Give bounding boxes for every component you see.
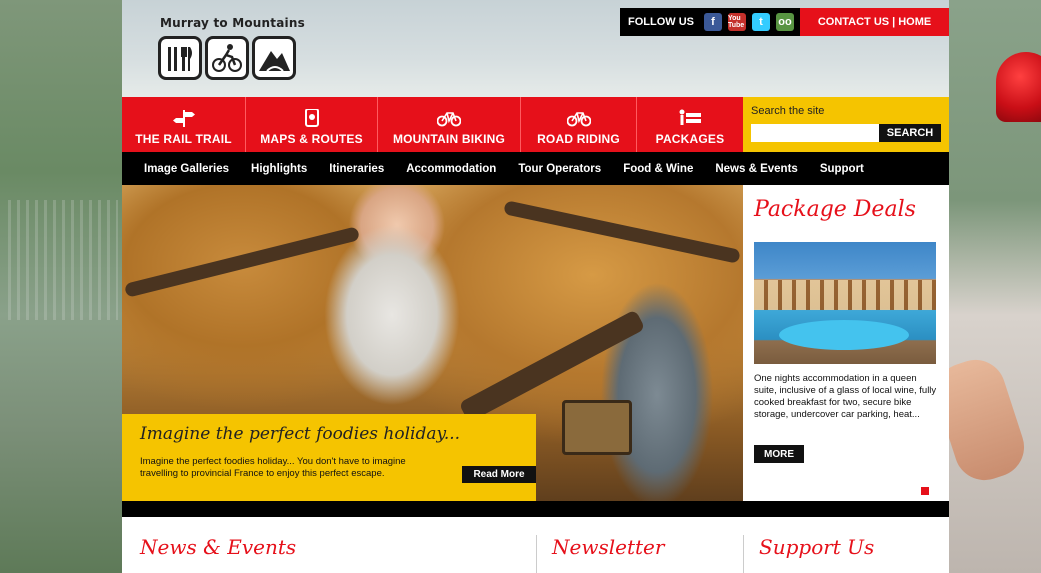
bicycle-icon [566,112,591,127]
bike-basket [562,400,632,455]
subnav-image-galleries[interactable]: Image Galleries [144,163,229,175]
subnav-food-wine[interactable]: Food & Wine [623,163,693,175]
follow-us-label: FOLLOW US [628,16,694,28]
background-hillside-left [0,0,122,573]
nav-label: THE RAIL TRAIL [135,132,232,146]
home-link[interactable]: HOME [898,16,931,28]
contact-us-link[interactable]: CONTACT US [818,16,889,28]
nav-label: MAPS & ROUTES [260,132,363,146]
youtube-icon[interactable]: You Tube [728,13,746,31]
newsletter-heading[interactable]: Newsletter [552,535,664,559]
cyclist-icon [205,36,249,80]
logo-text: Murray to Mountains [160,16,305,30]
subnav-support[interactable]: Support [820,163,864,175]
search-button[interactable]: SEARCH [879,124,941,142]
subnav-itineraries[interactable]: Itineraries [329,163,384,175]
section-divider [743,535,744,573]
tree-branch [123,226,361,298]
bottom-sections: News & Events Newsletter Support Us [122,517,949,573]
separator: | [892,16,896,28]
site-search: Search the site SEARCH [743,97,949,152]
package-deals-title: Package Deals [754,197,916,222]
bicycle-icon [437,112,461,127]
hero-title: Imagine the perfect foodies holiday... [140,424,461,444]
read-more-button[interactable]: Read More [462,466,536,483]
subnav-tour-operators[interactable]: Tour Operators [518,163,601,175]
subnav-news-events[interactable]: News & Events [715,163,797,175]
secondary-navigation: Image Galleries Highlights Itineraries A… [122,152,949,185]
nav-rail-trail[interactable]: THE RAIL TRAIL [122,97,246,152]
nav-maps-routes[interactable]: MAPS & ROUTES [246,97,378,152]
nav-road-riding[interactable]: ROAD RIDING [521,97,637,152]
cyclist-helmet-image [996,52,1041,122]
map-icon [304,109,319,127]
twitter-icon[interactable]: t [752,13,770,31]
nav-label: ROAD RIDING [537,132,620,146]
signpost-icon [172,110,195,127]
hero-text: Imagine the perfect foodies holiday... Y… [140,456,406,479]
site-header: Murray to Mountains FOLLOW US f You Tube… [122,0,949,97]
nav-mountain-biking[interactable]: MOUNTAIN BIKING [378,97,521,152]
contact-home-bar: CONTACT US | HOME [800,8,949,36]
site-container: Murray to Mountains FOLLOW US f You Tube… [122,0,949,573]
hero-caption: Imagine the perfect foodies holiday... I… [122,414,536,511]
tree-branch [503,200,741,264]
divider-bar [122,501,949,517]
bed-icon [679,109,701,125]
subnav-accommodation[interactable]: Accommodation [406,163,496,175]
hotel-pool-image[interactable] [754,242,936,364]
section-divider [536,535,537,573]
package-description: One nights accommodation in a queen suit… [754,373,937,420]
more-button[interactable]: MORE [754,445,804,463]
nav-label: PACKAGES [655,132,725,146]
follow-us-bar: FOLLOW US f You Tube t oo [620,8,800,36]
search-label: Search the site [751,105,825,117]
mountain-road-icon [252,36,296,80]
tripadvisor-icon[interactable]: oo [776,13,794,31]
nav-packages[interactable]: PACKAGES [637,97,743,152]
facebook-icon[interactable]: f [704,13,722,31]
support-us-heading[interactable]: Support Us [759,535,874,559]
slider-indicator[interactable] [921,487,929,495]
food-wine-icon [158,36,202,80]
nav-label: MOUNTAIN BIKING [392,132,506,146]
subnav-highlights[interactable]: Highlights [251,163,307,175]
news-events-heading[interactable]: News & Events [140,535,296,559]
main-navigation: THE RAIL TRAIL MAPS & ROUTES MOUNTAIN BI… [122,97,743,152]
site-logo[interactable]: Murray to Mountains [158,16,308,88]
search-input[interactable] [751,124,879,142]
package-deals-panel: Package Deals One nights accommodation i… [743,185,949,501]
